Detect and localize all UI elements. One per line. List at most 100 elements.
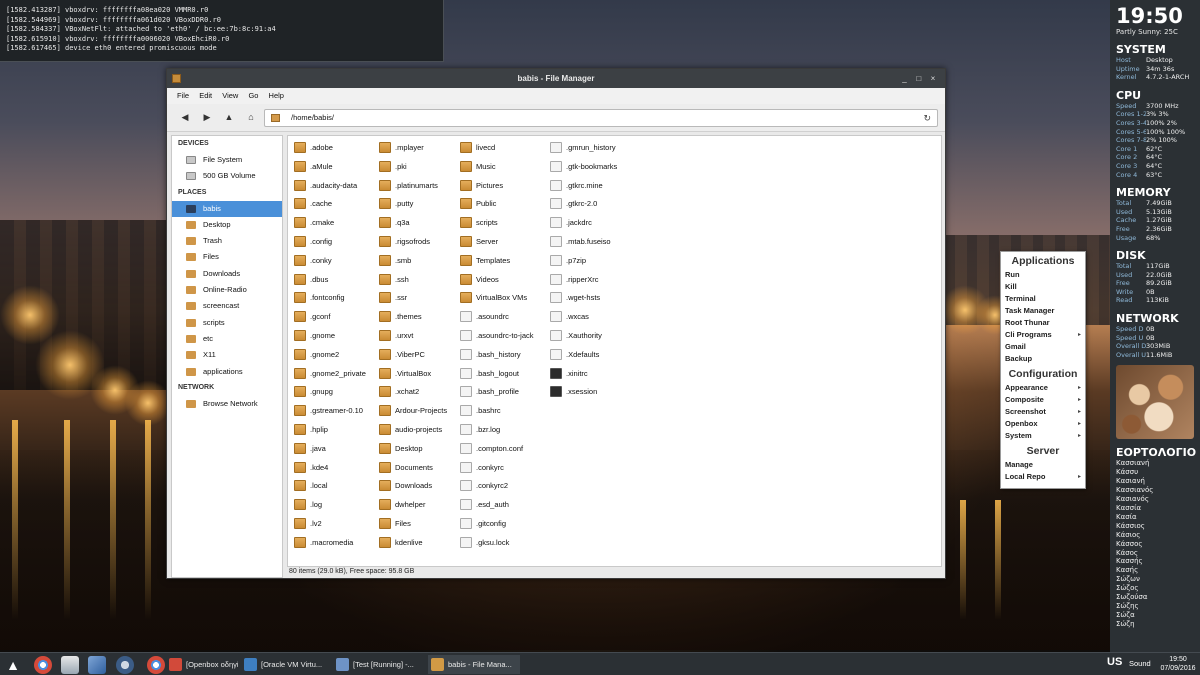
side-item-screencast[interactable]: screencast [172, 298, 282, 314]
file-item[interactable]: .compton.conf [458, 440, 534, 459]
up-icon[interactable]: ▲ [223, 112, 235, 122]
menu-item-run[interactable]: Run [1001, 269, 1085, 281]
file-item[interactable]: .mtab.fuseiso [548, 233, 617, 252]
file-item[interactable]: .bzr.log [458, 421, 534, 440]
side-item-trash[interactable]: Trash [172, 233, 282, 249]
menu-item-local-repo[interactable]: Local Repo ▸ [1001, 471, 1085, 483]
file-item[interactable]: .bash_logout [458, 365, 534, 384]
file-item[interactable]: .xchat2 [377, 383, 447, 402]
file-item[interactable]: dwhelper [377, 496, 447, 515]
file-item[interactable]: Server [458, 233, 534, 252]
file-item[interactable]: kdenlive [377, 534, 447, 553]
keyboard-layout[interactable]: US [1107, 656, 1122, 668]
menu-item-backup[interactable]: Backup [1001, 353, 1085, 365]
menu-view[interactable]: View [222, 91, 238, 100]
file-item[interactable]: Desktop [377, 440, 447, 459]
file-item[interactable]: .gconf [292, 308, 366, 327]
file-item[interactable]: .wxcas [548, 308, 617, 327]
menu-item-appearance[interactable]: Appearance ▸ [1001, 382, 1085, 394]
menu-item-manage[interactable]: Manage [1001, 459, 1085, 471]
side-item-browse-network[interactable]: Browse Network [172, 396, 282, 412]
file-item[interactable]: Pictures [458, 177, 534, 196]
menu-item-system[interactable]: System ▸ [1001, 430, 1085, 442]
file-item[interactable]: .conkyrc [458, 459, 534, 478]
file-item[interactable]: .kde4 [292, 459, 366, 478]
menu-item-root-thunar[interactable]: Root Thunar [1001, 317, 1085, 329]
menu-file[interactable]: File [177, 91, 189, 100]
menu-item-gmail[interactable]: Gmail [1001, 341, 1085, 353]
file-item[interactable]: .gtkrc.mine [548, 177, 617, 196]
menu-item-terminal[interactable]: Terminal [1001, 293, 1085, 305]
file-item[interactable]: .ViberPC [377, 346, 447, 365]
side-item-applications[interactable]: applications [172, 364, 282, 380]
window-titlebar[interactable]: babis - File Manager _ □ × [167, 69, 945, 88]
file-item[interactable]: .local [292, 477, 366, 496]
file-item[interactable]: .xsession [548, 383, 617, 402]
file-item[interactable]: .audacity-data [292, 177, 366, 196]
file-item[interactable]: .wget-hsts [548, 289, 617, 308]
file-item[interactable]: Files [377, 515, 447, 534]
file-item[interactable]: .adobe [292, 139, 366, 158]
file-item[interactable]: Ardour-Projects [377, 402, 447, 421]
file-item[interactable]: .gnupg [292, 383, 366, 402]
minimize-button[interactable]: _ [899, 69, 911, 88]
file-item[interactable]: .themes [377, 308, 447, 327]
file-item[interactable]: .config [292, 233, 366, 252]
file-item[interactable]: scripts [458, 214, 534, 233]
file-item[interactable]: .q3a [377, 214, 447, 233]
file-item[interactable]: .urxvt [377, 327, 447, 346]
file-item[interactable]: .gksu.lock [458, 534, 534, 553]
menu-item-openbox[interactable]: Openbox ▸ [1001, 418, 1085, 430]
close-button[interactable]: × [927, 69, 939, 88]
back-icon[interactable]: ◀ [179, 112, 191, 123]
file-item[interactable]: .conky [292, 252, 366, 271]
virtualbox-launcher-icon[interactable] [88, 656, 106, 674]
side-item-scripts[interactable]: scripts [172, 315, 282, 331]
file-item[interactable]: .asoundrc [458, 308, 534, 327]
file-item[interactable]: .gnome2 [292, 346, 366, 365]
file-item[interactable]: .dbus [292, 271, 366, 290]
file-item[interactable]: .platinumarts [377, 177, 447, 196]
file-item[interactable]: .esd_auth [458, 496, 534, 515]
file-item[interactable]: .Xdefaults [548, 346, 617, 365]
file-item[interactable]: VirtualBox VMs [458, 289, 534, 308]
taskbar-task[interactable]: [Oracle VM Virtu... [241, 655, 329, 674]
menu-item-cli-programs[interactable]: Cli Programs ▸ [1001, 329, 1085, 341]
file-item[interactable]: .bash_history [458, 346, 534, 365]
file-item[interactable]: .rigsofrods [377, 233, 447, 252]
file-item[interactable]: .asoundrc-to-jack [458, 327, 534, 346]
home-icon[interactable]: ⌂ [245, 112, 257, 122]
file-manager-launcher-icon[interactable] [61, 656, 79, 674]
file-item[interactable]: .Xauthority [548, 327, 617, 346]
file-item[interactable]: .gstreamer-0.10 [292, 402, 366, 421]
file-item[interactable]: .VirtualBox [377, 365, 447, 384]
side-item-downloads[interactable]: Downloads [172, 266, 282, 282]
file-item[interactable]: .ripperXrc [548, 271, 617, 290]
taskbar-task[interactable]: [Test [Running] -... [333, 655, 421, 674]
menu-go[interactable]: Go [248, 91, 258, 100]
side-item-etc[interactable]: etc [172, 331, 282, 347]
file-item[interactable]: .cmake [292, 214, 366, 233]
file-item[interactable]: .java [292, 440, 366, 459]
menu-item-kill[interactable]: Kill [1001, 281, 1085, 293]
taskbar-task[interactable]: [Openbox οδηγίε... [166, 655, 238, 674]
network-launcher-icon[interactable] [116, 656, 134, 674]
reload-icon[interactable]: ↻ [923, 110, 931, 126]
menu-edit[interactable]: Edit [199, 91, 212, 100]
file-item[interactable]: .ssr [377, 289, 447, 308]
file-item[interactable]: .p7zip [548, 252, 617, 271]
file-item[interactable]: Public [458, 195, 534, 214]
side-item-x11[interactable]: X11 [172, 347, 282, 363]
file-item[interactable]: Documents [377, 459, 447, 478]
file-item[interactable]: .xinitrc [548, 365, 617, 384]
sound-applet[interactable]: Sound [1129, 659, 1151, 668]
file-item[interactable]: .hplip [292, 421, 366, 440]
file-item[interactable]: .lv2 [292, 515, 366, 534]
file-item[interactable]: .gtkrc-2.0 [548, 195, 617, 214]
file-item[interactable]: .fontconfig [292, 289, 366, 308]
file-item[interactable]: Downloads [377, 477, 447, 496]
location-bar[interactable]: /home/babis/ ↻ [264, 109, 938, 127]
side-item-online-radio[interactable]: Online-Radio [172, 282, 282, 298]
file-item[interactable]: .gmrun_history [548, 139, 617, 158]
side-item-file-system[interactable]: File System [172, 152, 282, 168]
